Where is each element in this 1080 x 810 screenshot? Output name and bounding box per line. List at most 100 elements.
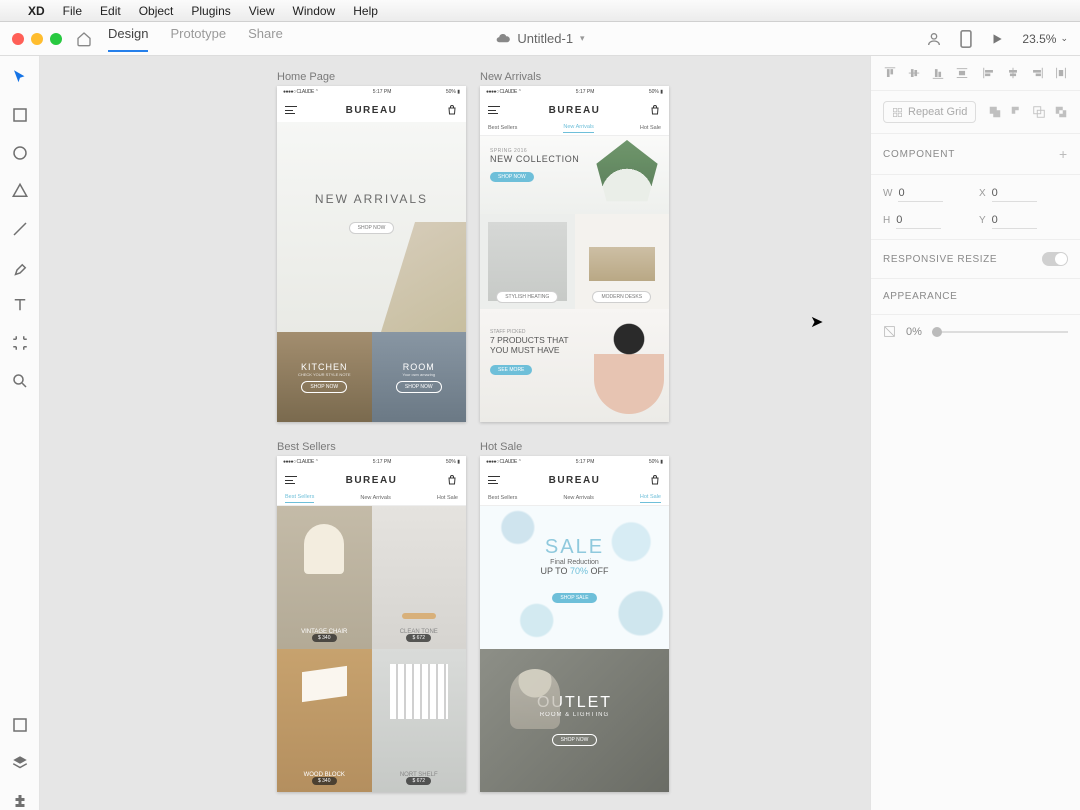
mock-statusbar: ●●●●○ CLAUDE ⌃ 5:17 PM 50% ▮ (480, 456, 669, 468)
mock-tabs: Best Sellers New Arrivals Hot Sale (480, 122, 669, 136)
pill: MODERN DESKS (592, 291, 651, 303)
align-left-icon[interactable] (982, 66, 996, 80)
select-tool[interactable] (11, 68, 29, 86)
align-hcenter-icon[interactable] (1006, 66, 1020, 80)
mac-menubar: XD File Edit Object Plugins View Window … (0, 0, 1080, 22)
minimize-window-button[interactable] (31, 33, 43, 45)
bag-icon (446, 104, 458, 116)
device-preview-icon[interactable] (960, 30, 972, 48)
menu-window[interactable]: Window (293, 4, 336, 18)
polygon-tool[interactable] (11, 182, 29, 200)
menu-plugins[interactable]: Plugins (191, 4, 230, 18)
close-window-button[interactable] (12, 33, 24, 45)
document-title[interactable]: Untitled-1 ▾ (495, 31, 584, 46)
pen-tool[interactable] (11, 258, 29, 276)
product-price: $ 672 (406, 634, 431, 642)
artboard-tool[interactable] (11, 334, 29, 352)
menu-view[interactable]: View (249, 4, 275, 18)
union-icon[interactable] (988, 105, 1002, 119)
mock-header: BUREAU (480, 98, 669, 122)
banner-button: SHOP NOW (490, 172, 534, 182)
sale-line: UP TO 70% OFF (480, 566, 669, 576)
opacity-value: 0% (906, 326, 922, 338)
brand-logo: BUREAU (549, 475, 601, 486)
align-top-icon[interactable] (883, 66, 897, 80)
menu-help[interactable]: Help (353, 4, 378, 18)
sale-button: SHOP SALE (552, 593, 596, 603)
tool-sidebar (0, 56, 40, 810)
zoom-value: 23.5% (1022, 32, 1056, 46)
tab-design[interactable]: Design (108, 26, 148, 52)
mock-header: BUREAU (277, 468, 466, 492)
repeat-grid-button[interactable]: Repeat Grid (883, 101, 976, 123)
brand-logo: BUREAU (346, 475, 398, 486)
align-tools (871, 56, 1080, 91)
text-tool[interactable] (11, 296, 29, 314)
zoom-control[interactable]: 23.5% ⌄ (1022, 32, 1068, 46)
opacity-slider[interactable] (932, 331, 1068, 333)
plugin-icon[interactable] (11, 792, 29, 810)
kitchen-sub: CHECK YOUR STYLE NOTE (298, 372, 351, 377)
height-input[interactable] (896, 212, 941, 229)
tab-prototype[interactable]: Prototype (170, 26, 226, 52)
assets-icon[interactable] (11, 716, 29, 734)
mode-tabs: Design Prototype Share (108, 26, 283, 52)
menu-object[interactable]: Object (139, 4, 174, 18)
exclude-icon[interactable] (1054, 105, 1068, 119)
zoom-tool[interactable] (11, 372, 29, 390)
align-vcenter-icon[interactable] (907, 66, 921, 80)
room-title: ROOM (403, 362, 435, 372)
ellipse-tool[interactable] (11, 144, 29, 162)
add-component-icon[interactable]: + (1059, 146, 1068, 162)
account-icon[interactable] (926, 31, 942, 47)
tab-share[interactable]: Share (248, 26, 283, 52)
artboard-newarrivals[interactable]: ●●●●○ CLAUDE ⌃ 5:17 PM 50% ▮ BUREAU Best… (480, 86, 669, 422)
menu-xd[interactable]: XD (28, 4, 45, 18)
rectangle-tool[interactable] (11, 106, 29, 124)
artboard-label[interactable]: Hot Sale (480, 441, 522, 453)
properties-panel: Repeat Grid COMPONENT + W X H Y RESPONSI… (870, 56, 1080, 810)
artboard-label[interactable]: Best Sellers (277, 441, 336, 453)
cursor-icon: ➤ (810, 312, 823, 332)
chevron-down-icon: ⌄ (1060, 33, 1068, 44)
cloud-icon (495, 31, 510, 46)
menu-file[interactable]: File (63, 4, 82, 18)
play-icon[interactable] (990, 32, 1004, 46)
subtract-icon[interactable] (1010, 105, 1024, 119)
align-right-icon[interactable] (1030, 66, 1044, 80)
sale-sub: Final Reduction (480, 559, 669, 566)
responsive-toggle[interactable] (1042, 252, 1068, 266)
artboard-home[interactable]: ●●●●○ CLAUDE ⌃ 5:17 PM 50% ▮ BUREAU NEW … (277, 86, 466, 422)
menu-edit[interactable]: Edit (100, 4, 121, 18)
y-input[interactable] (992, 212, 1037, 229)
distribute-h-icon[interactable] (1054, 66, 1068, 80)
menu-icon (285, 476, 297, 484)
mock-statusbar: ●●●●○ CLAUDE ⌃ 5:17 PM 50% ▮ (480, 86, 669, 98)
align-bottom-icon[interactable] (931, 66, 945, 80)
app-toolbar: Design Prototype Share Untitled-1 ▾ 23.5… (0, 22, 1080, 56)
product-price: $ 340 (312, 777, 337, 785)
distribute-v-icon[interactable] (955, 66, 969, 80)
mock-tabs: Best Sellers New Arrivals Hot Sale (480, 492, 669, 506)
maximize-window-button[interactable] (50, 33, 62, 45)
intersect-icon[interactable] (1032, 105, 1046, 119)
line-tool[interactable] (11, 220, 29, 238)
bag-icon (649, 474, 661, 486)
window-controls (12, 33, 62, 45)
opacity-icon (883, 325, 896, 338)
artboard-bestsellers[interactable]: ●●●●○ CLAUDE ⌃ 5:17 PM 50% ▮ BUREAU Best… (277, 456, 466, 792)
layers-icon[interactable] (11, 754, 29, 772)
x-input[interactable] (992, 185, 1037, 202)
width-input[interactable] (898, 185, 943, 202)
artboard-hotsale[interactable]: ●●●●○ CLAUDE ⌃ 5:17 PM 50% ▮ BUREAU Best… (480, 456, 669, 792)
outlet-title: OUTLET (480, 694, 669, 712)
artboard-label[interactable]: New Arrivals (480, 71, 541, 83)
home-icon[interactable] (76, 31, 92, 47)
mock-statusbar: ●●●●○ CLAUDE ⌃ 5:17 PM 50% ▮ (277, 456, 466, 468)
appearance-section-header: APPEARANCE (871, 279, 1080, 315)
component-section: COMPONENT + (871, 134, 1080, 175)
sale-title: SALE (480, 536, 669, 559)
artboard-label[interactable]: Home Page (277, 71, 335, 83)
responsive-section: RESPONSIVE RESIZE (871, 240, 1080, 279)
design-canvas[interactable]: Home Page ●●●●○ CLAUDE ⌃ 5:17 PM 50% ▮ B… (40, 56, 870, 810)
